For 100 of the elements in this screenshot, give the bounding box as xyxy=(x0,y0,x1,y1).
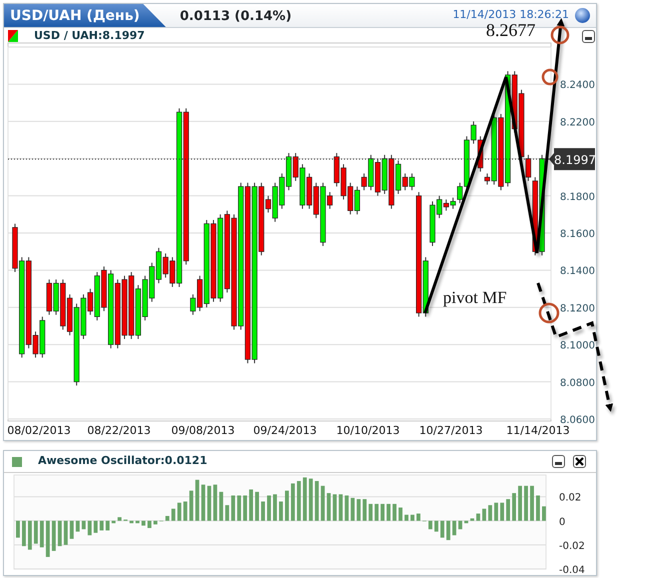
options-button[interactable] xyxy=(575,8,590,23)
circle-marker xyxy=(542,68,558,86)
oscillator-bar xyxy=(308,478,313,521)
oscillator-bar xyxy=(58,520,62,546)
oscillator-bar xyxy=(267,495,271,521)
oscillator-bar xyxy=(195,480,200,521)
oscillator-bar xyxy=(231,495,236,521)
oscillator-bar xyxy=(488,505,492,521)
oscillator-bar xyxy=(148,520,152,528)
y-axis-label: 8.2400 xyxy=(560,80,595,92)
oscillator-bar xyxy=(362,499,367,521)
oscillator-bar xyxy=(476,514,480,521)
y-axis-label: 8.1000 xyxy=(560,340,595,352)
candle-legend-icon xyxy=(8,30,18,42)
x-axis-label: 10/10/2013 xyxy=(336,424,400,437)
oscillator-bar xyxy=(404,514,408,521)
oscillator-bar xyxy=(440,520,444,538)
y-axis-label: 8.2200 xyxy=(560,117,595,128)
oscillator-bar xyxy=(225,505,230,521)
oscillator-bar xyxy=(130,520,134,524)
oscillator-bar xyxy=(249,489,253,521)
oscillator-bar xyxy=(338,494,343,521)
close-icon xyxy=(575,457,584,466)
oscillator-bar xyxy=(506,499,510,521)
oscillator-bar xyxy=(279,502,283,521)
oscillator-bar xyxy=(290,483,295,521)
annotation-label: 8.2677 xyxy=(486,20,536,40)
oscillator-bar xyxy=(524,486,528,521)
oscillator-bar xyxy=(386,504,390,521)
oscillator-bar xyxy=(82,520,86,530)
oscillator-bar xyxy=(153,520,158,524)
x-axis-label: 08/22/2013 xyxy=(87,424,151,437)
oscillator-bar xyxy=(398,508,402,521)
series-color-icon xyxy=(12,456,22,466)
minimize-button[interactable] xyxy=(582,30,595,42)
oscillator-bar xyxy=(52,520,56,551)
oscillator-bar xyxy=(410,514,414,521)
oscillator-bar xyxy=(500,502,504,521)
oscillator-bar xyxy=(243,495,248,521)
oscillator-bar xyxy=(94,520,98,533)
oscillator-bar xyxy=(183,502,188,521)
y-axis-label: -0.02 xyxy=(559,540,585,552)
oscillator-bar xyxy=(416,514,420,521)
oscillator-bar xyxy=(88,520,92,536)
oscillator-bar xyxy=(302,477,307,521)
oscillator-bar xyxy=(285,490,289,521)
oscillator-bar xyxy=(518,486,522,521)
minimize-button[interactable] xyxy=(552,455,565,468)
price-tag: 8.1997 xyxy=(549,148,595,170)
circle-marker xyxy=(550,26,570,44)
oscillator-bar xyxy=(189,490,194,521)
oscillator-bar xyxy=(350,498,355,521)
x-axis-label: 09/24/2013 xyxy=(253,424,317,437)
x-axis-label: 10/27/2013 xyxy=(419,424,483,437)
oscillator-bar xyxy=(70,520,74,539)
y-axis-label: 8.1600 xyxy=(560,229,595,240)
oscillator-bar xyxy=(446,520,450,540)
oscillator-bar xyxy=(434,520,438,532)
symbol-tab[interactable]: USD/UAH (День) xyxy=(4,4,166,27)
oscillator-bar xyxy=(452,520,456,536)
oscillator-bar xyxy=(458,520,462,530)
oscillator-bar xyxy=(255,492,259,521)
oscillator-bar xyxy=(171,508,176,521)
oscillator-bar xyxy=(28,520,32,550)
oscillator-bar xyxy=(380,504,385,521)
y-axis-label: 8.1200 xyxy=(560,303,595,314)
y-axis-label: 8.0800 xyxy=(560,378,595,389)
oscillator-bar xyxy=(136,520,140,524)
oscillator-bar xyxy=(482,508,486,521)
oscillator-bar xyxy=(530,486,534,521)
oscillator-bar xyxy=(314,481,319,521)
oscillator-bar xyxy=(320,486,325,521)
oscillator-bar xyxy=(46,520,50,557)
y-axis-label: 0.02 xyxy=(559,492,582,504)
oscillator-bar xyxy=(464,520,468,524)
oscillator-bar xyxy=(536,495,540,521)
minimize-icon xyxy=(585,36,592,40)
oscillator-bar xyxy=(368,504,373,521)
y-axis-label: -0.04 xyxy=(559,565,585,573)
oscillator-bar xyxy=(428,520,432,530)
price-change: 0.0113 (0.14%) xyxy=(178,8,292,26)
oscillator-bar xyxy=(142,520,146,526)
timestamp: 11/14/2013 18:26:21 xyxy=(452,9,569,21)
close-button[interactable] xyxy=(573,455,586,468)
candlestick xyxy=(526,154,532,182)
oscillator-bar xyxy=(177,502,182,521)
oscillator-bar xyxy=(494,502,498,521)
y-axis-label: 8.1800 xyxy=(560,192,595,203)
circle-marker xyxy=(538,302,560,324)
oscillator-bar xyxy=(40,520,44,548)
x-axis-label: 09/08/2013 xyxy=(171,424,235,437)
oscillator-bar xyxy=(100,520,104,530)
y-axis-label: 8.1400 xyxy=(560,266,595,278)
oscillator-bar xyxy=(326,493,331,521)
x-axis-label: 11/14/2013 xyxy=(506,424,570,437)
oscillator-bar xyxy=(392,504,396,521)
oscillator-bar xyxy=(22,520,26,546)
oscillator-bar xyxy=(201,484,206,521)
oscillator-bar xyxy=(296,481,301,521)
annotation-label: pivot MF xyxy=(443,288,507,307)
